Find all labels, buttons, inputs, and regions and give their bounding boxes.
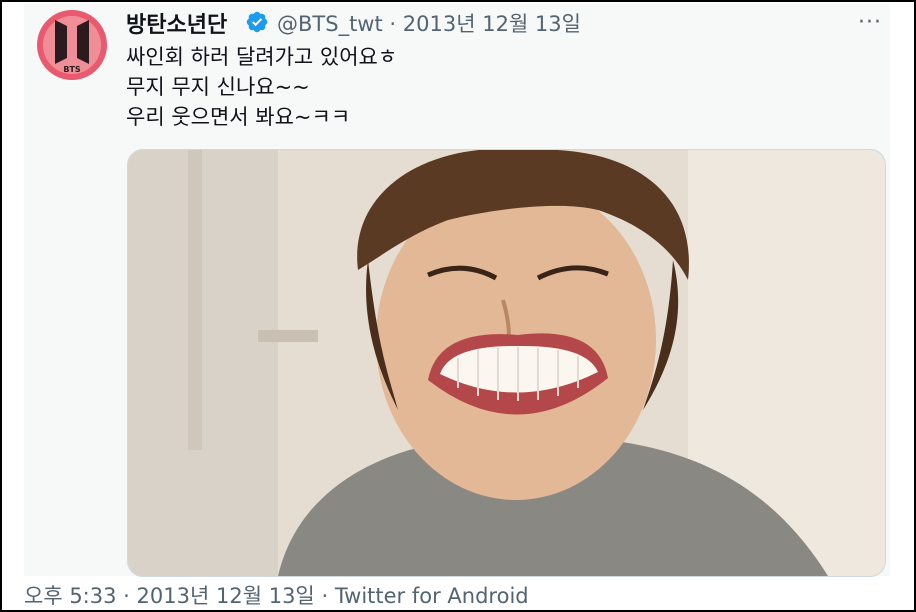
display-name[interactable]: 방탄소년단	[126, 7, 227, 39]
tweet-line: 우리 웃으면서 봐요~ㅋㅋ	[126, 105, 351, 129]
tweet-text: 싸인회 하러 달려가고 있어요ㅎ 무지 무지 신나요~~ 우리 웃으면서 봐요~…	[126, 42, 397, 132]
more-options-icon[interactable]: ···	[858, 10, 882, 35]
photo-illustration	[128, 150, 885, 576]
svg-text:BTS: BTS	[63, 65, 81, 74]
tweet-footer: 오후 5:33 · 2013년 12월 13일 · Twitter for An…	[24, 580, 529, 610]
footer-time[interactable]: 오후 5:33	[24, 584, 116, 608]
tweet-card[interactable]: BTS 방탄소년단 @BTS_twt · 2013년 12월 13일 ··· 싸…	[24, 4, 890, 577]
footer-source[interactable]: Twitter for Android	[335, 584, 529, 608]
handle[interactable]: @BTS_twt	[277, 12, 383, 36]
footer-date[interactable]: 2013년 12월 13일	[137, 584, 315, 608]
tweet-date[interactable]: 2013년 12월 13일	[403, 12, 581, 36]
verified-badge-icon	[246, 11, 268, 33]
meta-separator: ·	[389, 12, 397, 36]
tweet-meta: @BTS_twt · 2013년 12월 13일	[277, 8, 581, 38]
footer-separator: ·	[123, 584, 130, 608]
tweet-photo[interactable]	[127, 149, 886, 577]
tweet-line: 무지 무지 신나요~~	[126, 75, 310, 99]
avatar[interactable]: BTS	[37, 10, 107, 80]
bts-logo-icon: BTS	[55, 20, 89, 74]
footer-separator: ·	[321, 584, 329, 608]
tweet-line: 싸인회 하러 달려가고 있어요ㅎ	[126, 45, 398, 69]
screenshot-frame: BTS 방탄소년단 @BTS_twt · 2013년 12월 13일 ··· 싸…	[0, 0, 916, 612]
